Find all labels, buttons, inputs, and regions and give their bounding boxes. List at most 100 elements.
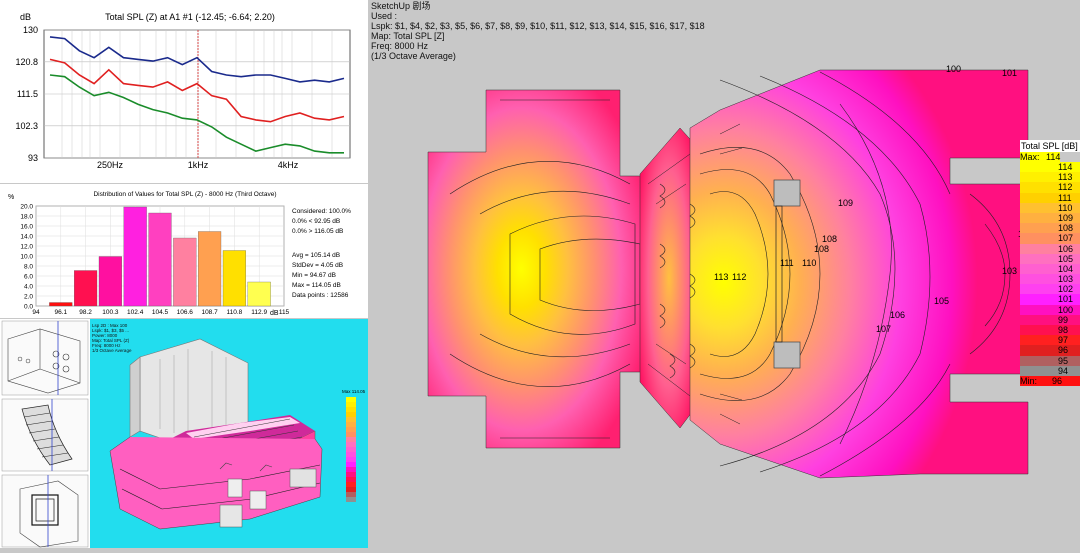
stat-line: Min = 94.67 dB — [292, 272, 336, 279]
scale-swatch — [346, 477, 356, 482]
scale-swatch — [346, 447, 356, 452]
column-obstruction — [773, 179, 801, 207]
contour-label: 113 — [714, 272, 729, 282]
legend-row: 111 — [1020, 192, 1080, 203]
legend-swatch — [1020, 274, 1054, 285]
histogram-bar — [198, 231, 222, 307]
legend-value: 100 — [1054, 304, 1080, 315]
3d-view-svg: Lsp 2D : Max 100Lspk: $1, $3, $5 ...Powe… — [92, 323, 366, 530]
3d-scale-max: Max 114.05 — [342, 389, 366, 394]
scale-swatch — [346, 442, 356, 447]
info-line: Freq: 8000 Hz — [371, 41, 429, 51]
legend-scale: 114 113 112 111 110 109 108 107 106 105 104 103 102 1… — [1020, 162, 1080, 376]
chart-title: Total SPL (Z) at A1 #1 (-12.45; -6.64; 2… — [105, 12, 275, 22]
stat-line: 0.0% < 92.95 dB — [292, 218, 340, 225]
legend-row: 98 — [1020, 325, 1080, 336]
scale-swatch — [346, 417, 356, 422]
histogram-bar — [148, 212, 172, 307]
legend-title: Total SPL [dB] — [1020, 140, 1080, 152]
scale-swatch — [346, 402, 356, 407]
histogram-bar — [123, 206, 147, 307]
x-tick-label: 4kHz — [278, 160, 299, 170]
3d-view-panel[interactable]: Lsp 2D : Max 100 Lspk: $1, $3, $5 ... Powe… — [90, 319, 368, 548]
3d-color-scale — [346, 397, 356, 502]
spl-frequency-chart-svg: Total SPL (Z) at A1 #1 (-12.45; -6.64; 2… — [0, 0, 368, 183]
scale-swatch — [346, 462, 356, 467]
legend-value: 108 — [1054, 223, 1080, 234]
x-tick-label: 250Hz — [97, 160, 124, 170]
legend-row: 94 — [1020, 365, 1080, 376]
legend-row: 99 — [1020, 314, 1080, 325]
contour-label: 108 — [814, 244, 830, 254]
legend-swatch — [1020, 253, 1054, 264]
legend-row: 107 — [1020, 233, 1080, 244]
legend-value: 106 — [1054, 243, 1080, 254]
stat-line: Data points : 12586 — [292, 292, 349, 299]
legend-value: 109 — [1054, 212, 1080, 224]
contour-label: 112 — [732, 272, 747, 282]
legend-row: 112 — [1020, 182, 1080, 193]
y-tick-label: 10.0 — [20, 254, 33, 261]
venue-3d-model — [109, 338, 323, 530]
scale-swatch — [346, 422, 356, 427]
histogram-bar — [247, 281, 271, 307]
legend-swatch — [1020, 162, 1054, 173]
legend-swatch — [1020, 172, 1054, 183]
legend-value: 114 — [1054, 162, 1080, 173]
scale-swatch — [346, 412, 356, 417]
scale-swatch — [346, 397, 356, 402]
legend-swatch — [1020, 212, 1054, 224]
y-tick-label: 111.5 — [17, 89, 38, 99]
legend-row: 108 — [1020, 223, 1080, 234]
histogram-bar — [74, 270, 98, 307]
speaker-array-thumbnail-3[interactable] — [1, 474, 89, 548]
scale-swatch — [346, 472, 356, 477]
histogram-bar — [49, 302, 73, 307]
legend-swatch — [1020, 335, 1054, 346]
x-tick-label: 96.1 — [54, 309, 67, 316]
legend-swatch — [1020, 294, 1054, 305]
legend-swatch — [1020, 355, 1054, 366]
legend-value: 107 — [1054, 233, 1080, 244]
y-tick-label: 16.0 — [20, 224, 33, 231]
scale-swatch — [346, 487, 356, 492]
contour-label: 107 — [876, 324, 892, 334]
distribution-chart-svg: Distribution of Values for Total SPL (Z)… — [0, 184, 368, 318]
y-tick-label: 8.0 — [24, 264, 33, 271]
wireframe-thumbnails — [0, 319, 91, 548]
y-tick-label: 18.0 — [20, 214, 33, 221]
y-tick-label: 20.0 — [20, 204, 33, 211]
legend-swatch — [1020, 314, 1054, 325]
stat-line: StdDev = 4.05 dB — [292, 262, 343, 269]
legend-row: 95 — [1020, 355, 1080, 366]
speaker-array-thumbnail-2[interactable] — [1, 398, 89, 472]
y-unit-label: % — [8, 194, 14, 201]
legend-value: 111 — [1054, 192, 1080, 203]
proscenium-area — [639, 127, 699, 429]
legend-value: 98 — [1054, 325, 1080, 336]
legend-swatch — [1020, 365, 1054, 376]
legend-max-value: 114 — [1044, 152, 1061, 162]
legend-value: 112 — [1054, 182, 1080, 193]
x-tick-label: 94 — [32, 309, 40, 316]
3d-header-text: Lsp 2D : Max 100Lspk: $1, $3, $5 ...Powe… — [92, 323, 132, 353]
legend-row: 104 — [1020, 263, 1080, 275]
legend-value: 103 — [1054, 274, 1080, 285]
legend-value: 95 — [1054, 355, 1080, 366]
stat-line: 0.0% > 116.05 dB — [292, 228, 343, 235]
speaker-array-thumbnail-1[interactable] — [1, 320, 89, 396]
y-tick-label: 102.3 — [15, 121, 38, 131]
simulation-info: SketchUp 剧场 Used : Lspk: $1, $4, $2, $3,… — [371, 1, 791, 61]
legend-value: 102 — [1054, 284, 1080, 295]
y-tick-label: 120.8 — [15, 57, 38, 67]
scale-swatch — [346, 482, 356, 487]
scale-swatch — [346, 432, 356, 437]
legend-value: 97 — [1054, 335, 1080, 346]
spl-frequency-chart: Total SPL (Z) at A1 #1 (-12.45; -6.64; 2… — [0, 0, 368, 183]
spl-map[interactable]: 100 101 102 103 105 106 107 108 108 109 … — [420, 64, 1033, 484]
stage-area — [427, 89, 651, 449]
column-obstruction — [773, 341, 801, 369]
legend-swatch — [1020, 202, 1054, 213]
legend-row: 106 — [1020, 243, 1080, 254]
legend-min-label: Min: — [1020, 375, 1038, 386]
